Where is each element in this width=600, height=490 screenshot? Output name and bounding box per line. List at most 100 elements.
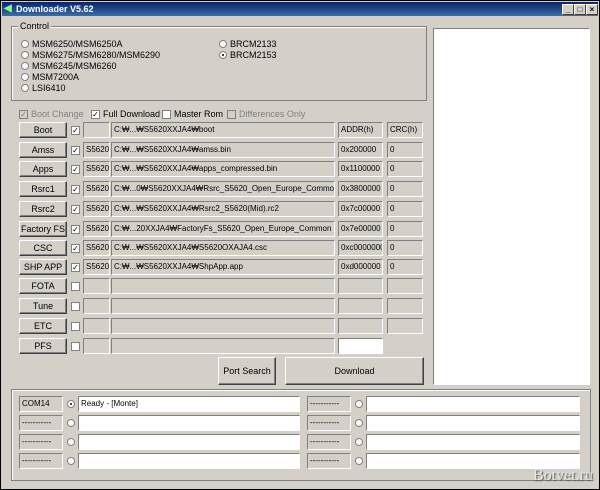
radio-dot-icon[interactable] — [67, 419, 75, 427]
row-addr-field[interactable] — [338, 338, 383, 354]
port-search-button[interactable]: Port Search — [218, 357, 276, 385]
row-addr-field — [338, 298, 383, 314]
boot-change-checkbox: ✓ Boot Change — [19, 109, 84, 119]
row-checkbox[interactable]: ✓ — [71, 126, 80, 135]
row-addr-field: 0xc0000000 — [338, 240, 383, 256]
row-model-field — [83, 318, 110, 334]
row-checkbox[interactable]: ✓ — [71, 244, 80, 253]
radio-dot-icon[interactable] — [67, 400, 75, 408]
row-addr-field: 0x7c00000 — [338, 201, 383, 217]
row-checkbox[interactable]: ✓ — [71, 185, 80, 194]
port-radio[interactable] — [355, 400, 363, 408]
chip-radio[interactable]: BRCM2133 — [219, 39, 277, 49]
chip-radio[interactable]: MSM6250/MSM6250A — [21, 39, 123, 49]
chip-radio-label: LSI6410 — [32, 83, 66, 93]
row-crc-field: 0 — [387, 240, 423, 256]
row-addr-field — [338, 278, 383, 294]
row-button-csc[interactable]: CSC — [19, 240, 67, 256]
port-radio[interactable] — [355, 457, 363, 465]
port-radio[interactable] — [355, 419, 363, 427]
radio-dot-icon[interactable] — [219, 40, 227, 48]
row-model-field: S5620 — [83, 221, 110, 237]
port-label: ----------- — [307, 453, 351, 469]
window-title: Downloader V5.62 — [16, 4, 94, 14]
row-button-boot[interactable]: Boot — [19, 122, 67, 138]
radio-dot-icon[interactable] — [67, 438, 75, 446]
port-radio[interactable] — [355, 438, 363, 446]
radio-dot-icon[interactable] — [21, 84, 29, 92]
download-button[interactable]: Download — [285, 357, 424, 385]
downloader-window: ◀ Downloader V5.62 _ □ × Control MSM6250… — [0, 0, 600, 490]
row-crc-field: 0 — [387, 201, 423, 217]
row-path-field — [111, 278, 335, 294]
row-checkbox[interactable]: ✓ — [71, 263, 80, 272]
chip-radio-label: MSM7200A — [32, 72, 80, 82]
row-model-field: S5620 — [83, 240, 110, 256]
master-rom-checkbox[interactable]: Master Rom — [162, 109, 223, 119]
row-crc-field: 0 — [387, 142, 423, 158]
row-crc-field — [387, 318, 423, 334]
row-path-field: C:₩...₩S5620XXJA4₩S5620OXAJA4.csc — [111, 240, 335, 256]
port-radio[interactable] — [67, 400, 75, 408]
title-bar: ◀ Downloader V5.62 _ □ × — [2, 2, 598, 16]
row-path-field: C:₩...₩S5620XXJA4₩ShpApp.app — [111, 259, 335, 275]
radio-dot-icon[interactable] — [355, 457, 363, 465]
full-download-checkbox[interactable]: ✓ Full Download — [91, 109, 160, 119]
maximize-icon[interactable]: □ — [574, 4, 586, 15]
log-panel — [433, 28, 590, 385]
close-icon[interactable]: × — [586, 4, 598, 15]
row-checkbox[interactable]: ✓ — [71, 205, 80, 214]
row-button-apps[interactable]: Apps — [19, 161, 67, 177]
row-model-field — [83, 298, 110, 314]
radio-dot-icon[interactable] — [21, 73, 29, 81]
radio-dot-icon[interactable] — [21, 40, 29, 48]
radio-dot-icon[interactable] — [355, 438, 363, 446]
chip-radio[interactable]: BRCM2153 — [219, 50, 277, 60]
row-checkbox[interactable] — [71, 342, 80, 351]
row-checkbox[interactable] — [71, 302, 80, 311]
chip-radio-label: MSM6250/MSM6250A — [32, 39, 123, 49]
row-button-shp-app[interactable]: SHP APP — [19, 259, 67, 275]
radio-dot-icon[interactable] — [67, 457, 75, 465]
radio-dot-icon[interactable] — [21, 62, 29, 70]
row-button-fota[interactable]: FOTA — [19, 278, 67, 294]
row-checkbox[interactable]: ✓ — [71, 146, 80, 155]
chip-radio[interactable]: MSM6275/MSM6280/MSM6290 — [21, 50, 160, 60]
row-crc-field — [387, 298, 423, 314]
row-button-rsrc2[interactable]: Rsrc2 — [19, 201, 67, 217]
radio-dot-icon[interactable] — [219, 51, 227, 59]
row-crc-field: 0 — [387, 221, 423, 237]
row-button-amss[interactable]: Amss — [19, 142, 67, 158]
port-radio[interactable] — [67, 457, 75, 465]
row-crc-field — [387, 278, 423, 294]
port-label: ----------- — [307, 415, 351, 431]
row-checkbox[interactable] — [71, 282, 80, 291]
row-model-field: S5620 — [83, 161, 110, 177]
radio-dot-icon[interactable] — [355, 400, 363, 408]
port-radio[interactable] — [67, 419, 75, 427]
row-path-field: C:₩...₩S5620XXJA4₩Rsrc2_S5620(Mid).rc2 — [111, 201, 335, 217]
chip-radio[interactable]: LSI6410 — [21, 83, 66, 93]
row-checkbox[interactable]: ✓ — [71, 225, 80, 234]
row-checkbox[interactable] — [71, 322, 80, 331]
port-radio[interactable] — [67, 438, 75, 446]
minimize-icon[interactable]: _ — [562, 4, 574, 15]
row-addr-field: 0x7e00000 — [338, 221, 383, 237]
radio-dot-icon[interactable] — [355, 419, 363, 427]
row-button-rsrc1[interactable]: Rsrc1 — [19, 181, 67, 197]
row-button-etc[interactable]: ETC — [19, 318, 67, 334]
watermark: Botvet.ru — [533, 467, 593, 484]
row-checkbox[interactable]: ✓ — [71, 165, 80, 174]
control-legend: Control — [18, 21, 52, 31]
port-status-field — [366, 434, 580, 450]
chip-radio[interactable]: MSM7200A — [21, 72, 79, 82]
row-button-tune[interactable]: Tune — [19, 298, 67, 314]
row-path-field: C:₩...0₩S5620XXJA4₩Rsrc_S5620_Open_Europ… — [111, 181, 335, 197]
row-button-factory-fs[interactable]: Factory FS — [19, 221, 67, 237]
chip-radio[interactable]: MSM6245/MSM6260 — [21, 61, 117, 71]
row-model-field — [83, 122, 110, 138]
row-path-field: C:₩...₩S5620XXJA4₩boot — [111, 122, 335, 138]
row-button-pfs[interactable]: PFS — [19, 338, 67, 354]
radio-dot-icon[interactable] — [21, 51, 29, 59]
row-addr-field — [338, 318, 383, 334]
